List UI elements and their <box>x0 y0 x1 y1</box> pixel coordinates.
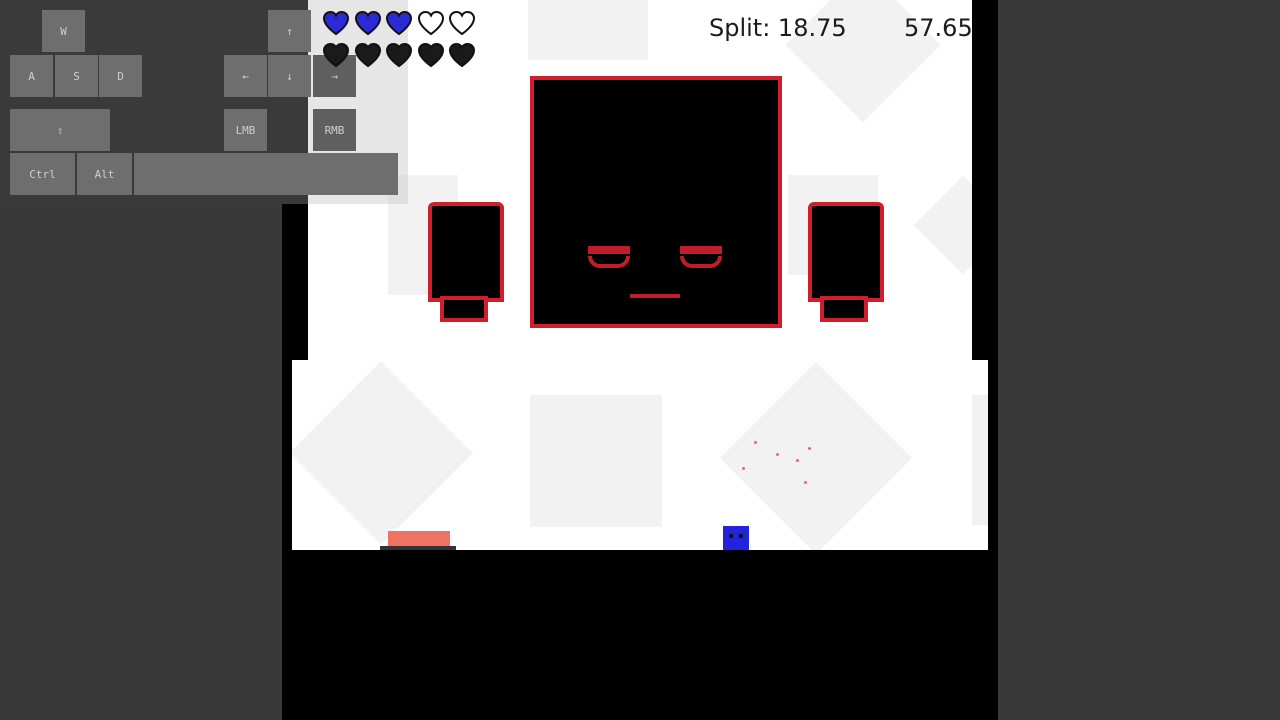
key-down-arrow: ↓ <box>268 55 311 97</box>
key-d: D <box>99 55 142 97</box>
key-shift: ⇧ <box>10 109 110 151</box>
particle <box>742 467 745 470</box>
key-s: S <box>55 55 98 97</box>
boss-left-brow <box>588 246 630 254</box>
boss-right-hand-base <box>820 296 868 322</box>
background-diamond <box>913 175 972 275</box>
background-diamond <box>292 361 473 545</box>
particle <box>754 441 757 444</box>
boss-right-hand <box>808 202 884 326</box>
boss-heart-icon <box>385 42 413 68</box>
jump-pad-base <box>380 546 456 550</box>
player-heart-icon <box>417 10 445 36</box>
boss-left-eye <box>588 256 630 268</box>
key-up-arrow: ↑ <box>268 10 311 52</box>
boss-right-brow <box>680 246 722 254</box>
lower-arena <box>292 360 988 550</box>
key-rmb: RMB <box>313 109 356 151</box>
player-right-eye <box>739 534 743 538</box>
particle <box>796 459 799 462</box>
particle <box>804 481 807 484</box>
jump-pad <box>388 531 450 547</box>
particle <box>808 447 811 450</box>
key-ctrl: Ctrl <box>10 153 75 195</box>
background-tile <box>528 0 648 60</box>
player-heart-icon <box>448 10 476 36</box>
split-timer: Split: 18.75 <box>709 14 847 42</box>
player-heart-icon <box>354 10 382 36</box>
player-cube <box>723 526 749 550</box>
boss-left-hand <box>428 202 504 326</box>
boss-heart-icon <box>448 42 476 68</box>
background-diamond <box>719 361 913 550</box>
boss-square <box>530 76 782 328</box>
background-tile <box>972 395 988 525</box>
boss-right-eye <box>680 256 722 268</box>
key-lmb: LMB <box>224 109 267 151</box>
boss-right-hand-body <box>808 202 884 302</box>
background-tile <box>530 395 662 527</box>
boss-heart-icon <box>322 42 350 68</box>
key-a: A <box>10 55 53 97</box>
key-space <box>134 153 398 195</box>
boss-mouth <box>630 294 680 298</box>
boss-heart-icon <box>354 42 382 68</box>
particle <box>776 453 779 456</box>
player-heart-icon <box>322 10 350 36</box>
boss-left-hand-body <box>428 202 504 302</box>
key-alt: Alt <box>77 153 132 195</box>
key-left-arrow: ← <box>224 55 267 97</box>
key-w: W <box>42 10 85 52</box>
player-left-eye <box>729 534 733 538</box>
total-timer: 57.65 <box>904 14 973 42</box>
boss-left-hand-base <box>440 296 488 322</box>
boss-heart-icon <box>417 42 445 68</box>
player-heart-icon <box>385 10 413 36</box>
right-letterbox <box>998 0 1280 720</box>
